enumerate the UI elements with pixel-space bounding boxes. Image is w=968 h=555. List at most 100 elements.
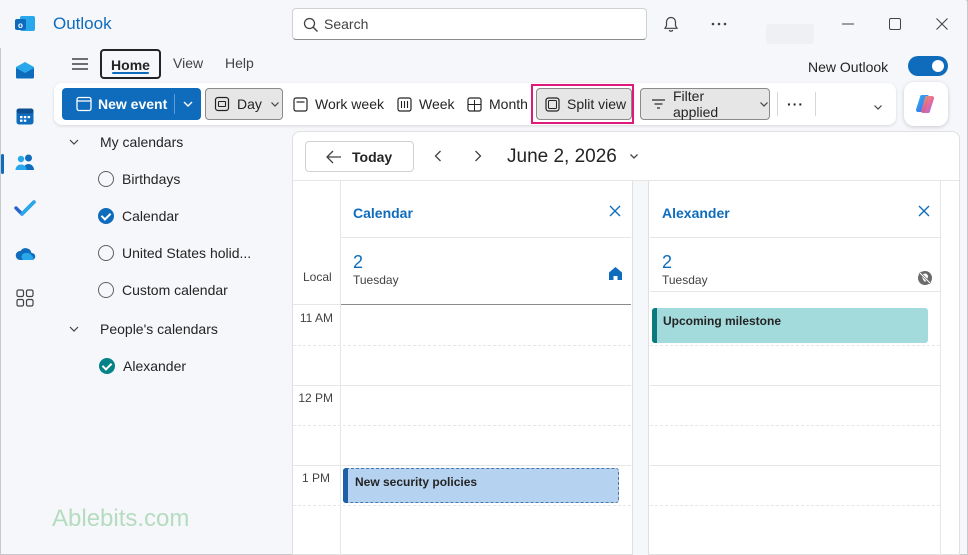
half-hour-line xyxy=(650,425,940,426)
week-icon xyxy=(397,96,412,112)
checkbox-unchecked[interactable] xyxy=(98,171,114,187)
timezone-label: Local xyxy=(303,270,332,284)
filter-label: Filter applied xyxy=(673,88,719,120)
checkbox-unchecked[interactable] xyxy=(98,282,114,298)
filter-button[interactable]: Filter applied xyxy=(640,88,770,120)
week-label: Week xyxy=(419,96,455,112)
calendar-item-custom[interactable]: Custom calendar xyxy=(98,279,228,301)
next-day-icon[interactable] xyxy=(470,148,486,164)
outlook-logo-icon: o xyxy=(15,16,35,31)
peoples-calendars-label: People's calendars xyxy=(100,321,218,337)
month-icon xyxy=(467,96,482,112)
calendar-item-calendar[interactable]: Calendar xyxy=(98,205,179,227)
calendar-item-birthdays[interactable]: Birthdays xyxy=(98,168,180,190)
month-button[interactable]: Month xyxy=(467,88,528,120)
people-icon[interactable] xyxy=(13,150,37,174)
app-rail xyxy=(0,48,50,553)
day-number: 2 xyxy=(662,252,673,272)
checkbox-checked[interactable] xyxy=(99,358,115,374)
split-gutter xyxy=(632,181,649,555)
calendar-item-label: Calendar xyxy=(122,208,179,224)
close-icon[interactable] xyxy=(918,205,930,217)
new-event-label: New event xyxy=(98,96,168,112)
work-week-icon xyxy=(293,96,308,112)
week-button[interactable]: Week xyxy=(397,88,455,120)
ribbon-more-button[interactable]: ··· xyxy=(787,88,804,120)
hour-line xyxy=(293,465,631,466)
new-event-split-divider xyxy=(174,94,175,114)
close-icon[interactable] xyxy=(932,14,952,34)
minimize-icon[interactable] xyxy=(838,14,858,34)
peoples-calendars-group[interactable]: People's calendars xyxy=(68,318,218,340)
new-outlook-toggle[interactable] xyxy=(908,56,948,76)
today-button[interactable]: Today xyxy=(305,141,414,172)
event-title: Upcoming milestone xyxy=(663,314,782,328)
calendar-item-us-holidays[interactable]: United States holid... xyxy=(98,242,251,264)
tab-home[interactable]: Home xyxy=(100,49,161,79)
calendar-item-label: United States holid... xyxy=(122,245,252,261)
chevron-down-icon xyxy=(68,136,80,148)
column-header-divider xyxy=(341,237,631,238)
checkbox-unchecked[interactable] xyxy=(98,245,114,261)
calendar-icon[interactable] xyxy=(13,104,37,128)
work-week-button[interactable]: Work week xyxy=(293,88,384,120)
my-calendars-group[interactable]: My calendars xyxy=(68,131,183,153)
location-off-icon xyxy=(918,271,932,285)
all-day-divider xyxy=(341,304,631,305)
previous-day-icon[interactable] xyxy=(430,148,446,164)
split-view-highlight xyxy=(531,84,634,124)
more-options-icon[interactable] xyxy=(709,14,729,34)
tab-view[interactable]: View xyxy=(163,49,213,79)
hour-line xyxy=(650,465,940,466)
chevron-down-icon[interactable] xyxy=(182,98,194,110)
column-name-calendar: Calendar xyxy=(353,205,413,221)
day-view-button[interactable]: Day xyxy=(205,88,283,120)
column-header-divider xyxy=(650,237,940,238)
search-box[interactable]: Search xyxy=(292,8,647,40)
event-new-security-policies[interactable]: New security policies xyxy=(343,468,619,503)
chevron-down-icon xyxy=(270,102,279,107)
day-name: Tuesday xyxy=(662,273,708,287)
maximize-icon[interactable] xyxy=(885,14,905,34)
column-name-alexander: Alexander xyxy=(662,205,730,221)
calendar-item-label: Alexander xyxy=(123,358,187,374)
search-placeholder: Search xyxy=(324,16,369,32)
new-outlook-label: New Outlook xyxy=(808,59,889,75)
half-hour-line xyxy=(293,425,631,426)
arrow-left-icon xyxy=(326,150,342,164)
current-date-title[interactable]: June 2, 2026 xyxy=(507,146,617,168)
tab-help[interactable]: Help xyxy=(215,49,264,79)
close-icon[interactable] xyxy=(609,205,621,217)
copilot-button[interactable] xyxy=(904,82,948,126)
day-view-label: Day xyxy=(237,96,262,112)
half-hour-line xyxy=(293,505,631,506)
event-upcoming-milestone[interactable]: Upcoming milestone xyxy=(652,308,928,343)
month-label: Month xyxy=(489,96,528,112)
calendar-item-alexander[interactable]: Alexander xyxy=(99,355,186,377)
right-edge-line xyxy=(940,181,941,555)
all-day-divider xyxy=(650,291,940,292)
svg-text:o: o xyxy=(18,21,23,30)
hamburger-menu-icon[interactable] xyxy=(70,55,90,73)
ribbon-expand-chevron-icon[interactable] xyxy=(873,102,883,112)
calendar-item-label: Custom calendar xyxy=(122,282,228,298)
copilot-icon xyxy=(915,94,935,114)
half-hour-line xyxy=(293,345,631,346)
calendar-item-label: Birthdays xyxy=(122,171,181,187)
filter-icon xyxy=(651,98,666,110)
new-event-button[interactable]: New event xyxy=(62,88,201,120)
time-header-divider xyxy=(293,304,340,305)
time-label: 11 AM xyxy=(299,311,333,325)
search-icon xyxy=(303,17,318,32)
mail-icon[interactable] xyxy=(13,58,37,82)
day-name: Tuesday xyxy=(353,273,399,287)
title-bar: o Outlook Search xyxy=(0,0,966,48)
bell-icon[interactable] xyxy=(661,14,681,34)
chevron-down-icon[interactable] xyxy=(629,151,639,161)
work-week-label: Work week xyxy=(315,96,384,112)
onedrive-icon[interactable] xyxy=(13,242,37,266)
checkbox-checked[interactable] xyxy=(98,208,114,224)
ablebits-watermark: Ablebits.com xyxy=(52,505,190,532)
apps-icon[interactable] xyxy=(13,286,37,310)
todo-icon[interactable] xyxy=(13,196,37,220)
